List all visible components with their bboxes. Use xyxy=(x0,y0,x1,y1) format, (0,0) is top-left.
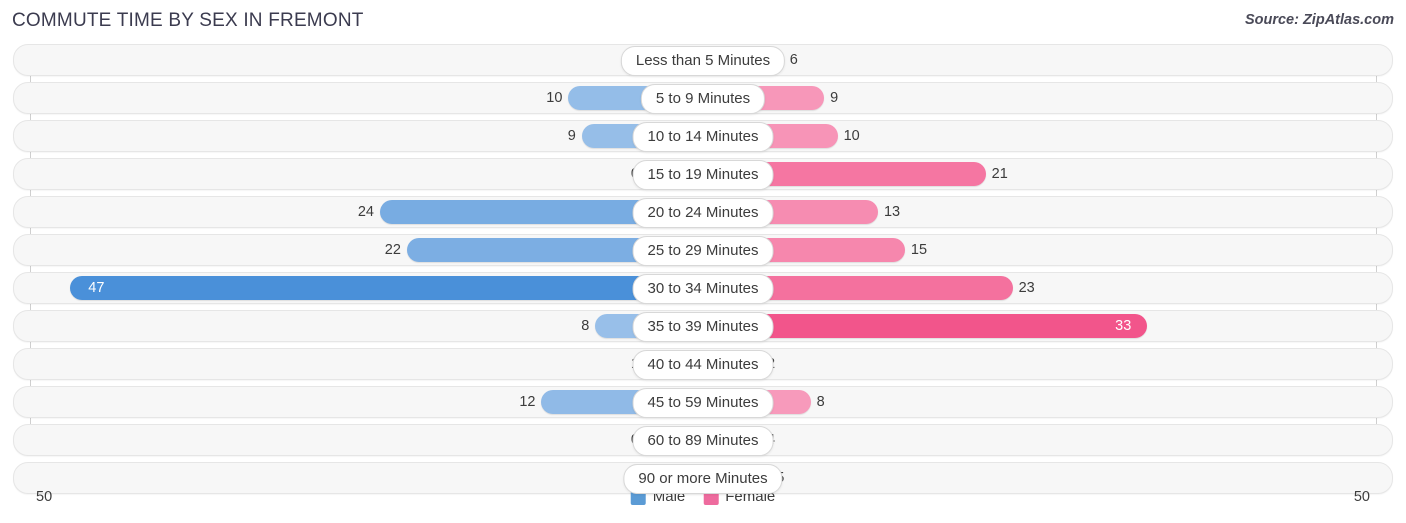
bar-value-male: 8 xyxy=(581,318,590,334)
category-label: Less than 5 Minutes xyxy=(620,46,786,76)
bar-value-male: 24 xyxy=(357,204,374,220)
bar-value-female: 33 xyxy=(1115,318,1132,334)
bar-value-female: 15 xyxy=(910,242,928,258)
table-row[interactable]: 0460 to 89 Minutes xyxy=(13,424,1393,456)
bar-value-female: 8 xyxy=(816,394,825,410)
bar-rows-container: 06Less than 5 Minutes1095 to 9 Minutes91… xyxy=(0,44,1406,500)
table-row[interactable]: 12 8 45 to 59 Minutes xyxy=(13,386,1393,418)
category-label: 30 to 34 Minutes xyxy=(632,274,774,304)
bar-value-female: 6 xyxy=(789,52,798,68)
table-row[interactable]: 8 33 35 to 39 Minutes xyxy=(13,310,1393,342)
category-label: 10 to 14 Minutes xyxy=(632,122,774,152)
bar-male[interactable] xyxy=(70,276,703,300)
page-title: COMMUTE TIME BY SEX IN FREMONT xyxy=(12,10,364,31)
table-row[interactable]: 02115 to 19 Minutes xyxy=(13,158,1393,190)
category-label: 40 to 44 Minutes xyxy=(632,350,774,380)
table-row[interactable]: 47 23 30 to 34 Minutes xyxy=(13,272,1393,304)
bar-value-male: 10 xyxy=(546,90,563,106)
category-label: 90 or more Minutes xyxy=(623,464,783,494)
bar-value-male: 47 xyxy=(88,280,105,296)
source-attribution: Source: ZipAtlas.com xyxy=(1244,12,1394,28)
bar-value-female: 10 xyxy=(843,128,860,144)
table-row[interactable]: 22 15 25 to 29 Minutes xyxy=(13,234,1393,266)
category-label: 5 to 9 Minutes xyxy=(640,84,766,114)
bar-value-female: 23 xyxy=(1018,280,1035,296)
bar-value-female: 13 xyxy=(883,204,901,220)
axis-tick-left: 50 xyxy=(36,489,53,505)
chart-plot-area: 06Less than 5 Minutes1095 to 9 Minutes91… xyxy=(0,44,1406,494)
bar-value-male: 22 xyxy=(384,242,401,258)
table-row[interactable]: 10 9 5 to 9 Minutes xyxy=(13,82,1393,114)
category-label: 60 to 89 Minutes xyxy=(632,426,774,456)
category-label: 15 to 19 Minutes xyxy=(632,160,774,190)
axis-tick-right: 50 xyxy=(1353,489,1370,505)
bar-value-female: 9 xyxy=(830,90,839,106)
bar-value-female: 21 xyxy=(991,166,1008,182)
table-row[interactable]: 06Less than 5 Minutes xyxy=(13,44,1393,76)
bar-value-male: 12 xyxy=(519,394,536,410)
category-label: 35 to 39 Minutes xyxy=(632,312,774,342)
category-label: 20 to 24 Minutes xyxy=(632,198,774,228)
category-label: 45 to 59 Minutes xyxy=(632,388,774,418)
bar-value-male: 9 xyxy=(567,128,576,144)
chart-header: COMMUTE TIME BY SEX IN FREMONT Source: Z… xyxy=(0,0,1406,44)
table-row[interactable]: 9 10 10 to 14 Minutes xyxy=(13,120,1393,152)
category-label: 25 to 29 Minutes xyxy=(632,236,774,266)
table-row[interactable]: 1240 to 44 Minutes xyxy=(13,348,1393,380)
table-row[interactable]: 24 13 20 to 24 Minutes xyxy=(13,196,1393,228)
